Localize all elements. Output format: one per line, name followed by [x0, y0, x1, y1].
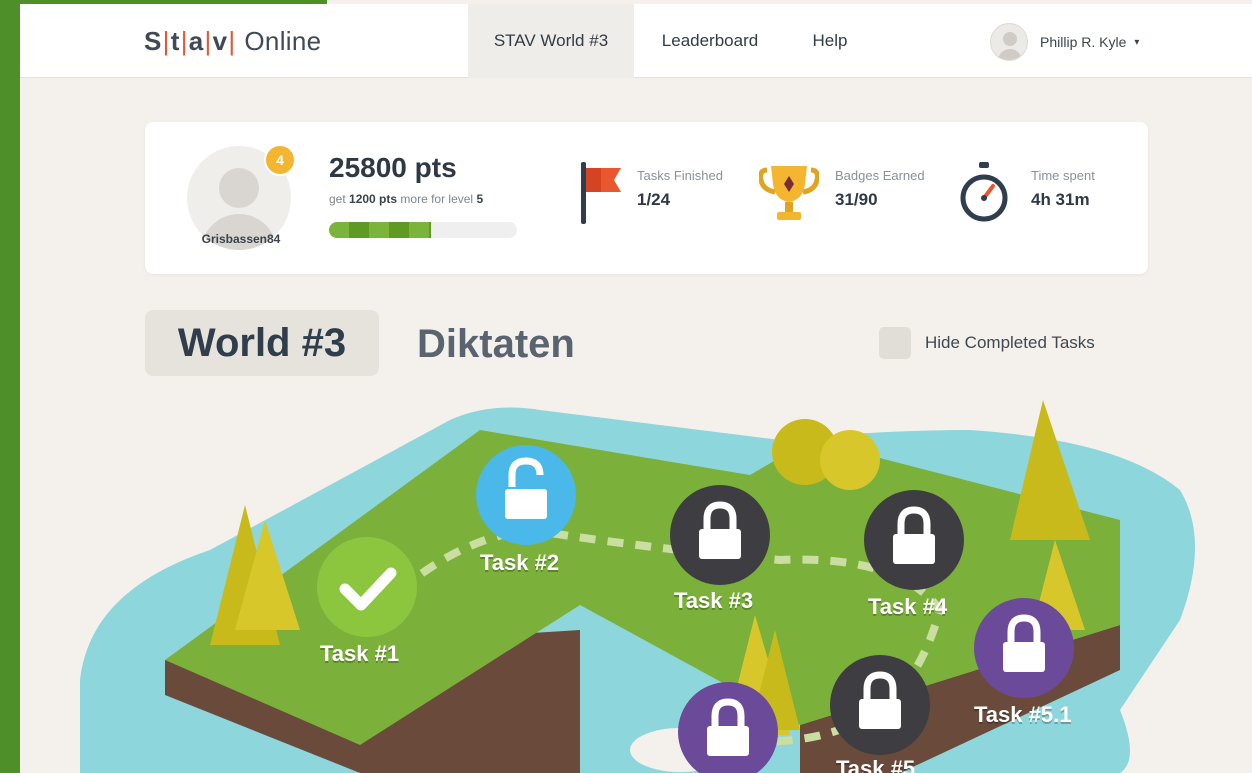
- nav-tab-help[interactable]: Help: [790, 4, 870, 78]
- badges-earned-value: 31/90: [835, 190, 878, 209]
- badges-earned-label: Badges Earned: [835, 168, 925, 183]
- hide-completed-label: Hide Completed Tasks: [925, 333, 1095, 352]
- nav-tab-stav-world[interactable]: STAV World #3: [468, 4, 634, 78]
- task-2-unlocked-node[interactable]: [474, 443, 578, 547]
- user-name: Phillip R. Kyle: [1040, 34, 1127, 50]
- task-4-label: Task #4: [868, 594, 948, 619]
- world-title[interactable]: World #3: [145, 310, 379, 376]
- task-5-label: Task #5: [836, 756, 916, 773]
- task-2-label: Task #2: [480, 550, 560, 575]
- nav-tab-leaderboard[interactable]: Leaderboard: [640, 4, 780, 78]
- trophy-icon: [759, 166, 819, 220]
- world-map: Task #1 Task #2 Task #3 Task #4 Task #5.…: [20, 380, 1252, 773]
- site-logo[interactable]: S|t|a|v| Online: [144, 26, 321, 57]
- caret-down-icon: ▾: [1134, 36, 1140, 48]
- player-stats-card: 4 Grisbassen84 25800 pts get 1200 pts mo…: [145, 122, 1148, 274]
- tasks-finished-label: Tasks Finished: [637, 168, 723, 183]
- user-avatar-icon: [990, 23, 1028, 61]
- task-3-locked-node[interactable]: [668, 483, 772, 587]
- time-spent-value: 4h 31m: [1031, 190, 1090, 209]
- left-green-strip: [0, 0, 20, 773]
- task-4-locked-node[interactable]: [862, 488, 966, 592]
- flag-icon: [581, 162, 621, 224]
- points-to-next-level: get 1200 pts more for level 5: [329, 192, 484, 206]
- points-total: 25800 pts: [329, 152, 457, 183]
- hide-completed-checkbox[interactable]: [879, 327, 911, 359]
- world-subtitle: Diktaten: [417, 322, 575, 366]
- task-1-completed-node[interactable]: [315, 535, 419, 639]
- time-spent-label: Time spent: [1031, 168, 1095, 183]
- task-5-1-locked-node[interactable]: [972, 596, 1076, 700]
- tasks-finished-value: 1/24: [637, 190, 671, 209]
- stopwatch-icon: [960, 162, 1008, 222]
- task-3-label: Task #3: [674, 588, 754, 613]
- task-1-label: Task #1: [320, 641, 400, 666]
- user-menu[interactable]: Phillip R. Kyle ▾: [990, 22, 1139, 62]
- player-username: Grisbassen84: [201, 232, 281, 246]
- level-badge: 4: [264, 144, 296, 176]
- top-navigation-bar: S|t|a|v| Online STAV World #3 Leaderboard…: [20, 4, 1252, 78]
- bush-icon: [820, 430, 880, 490]
- task-5-1-label: Task #5.1: [974, 702, 1072, 727]
- level-progress-bar: [329, 222, 517, 238]
- level-progress-fill: [329, 222, 431, 238]
- task-locked-purple-node[interactable]: [676, 680, 780, 773]
- task-5-locked-node[interactable]: [828, 653, 932, 757]
